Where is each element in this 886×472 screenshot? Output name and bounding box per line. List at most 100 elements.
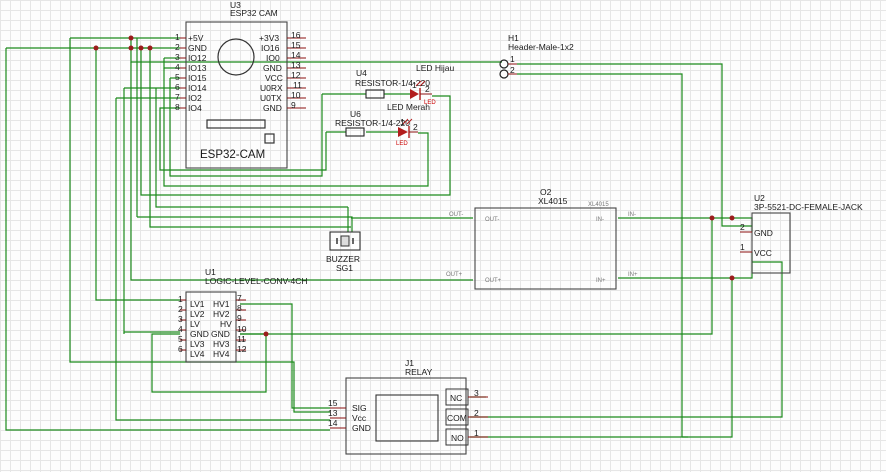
header-name: Header-Male-1x2 <box>508 42 574 52</box>
relay-coil-icon <box>375 394 439 442</box>
llc-pin-name: GND <box>211 329 230 339</box>
esp32-pin-num: 9 <box>291 100 296 110</box>
logic-level-converter[interactable]: U1 LOGIC-LEVEL-CONV-4CH 1 LV1 2 LV2 3 LV… <box>178 267 308 363</box>
relay-pin-num: 14 <box>328 418 338 428</box>
relay-pin-name: NO <box>451 433 464 443</box>
jack-body <box>751 212 791 274</box>
dc-jack[interactable]: U2 3P-5521-DC-FEMALE-JACK 2 GND 1 VCC <box>740 193 863 274</box>
relay-pin-name: Vcc <box>352 413 367 423</box>
net-label-out-minus: OUT- <box>449 212 463 218</box>
jack-pin-num: 1 <box>740 242 745 252</box>
esp32-pin-name: IO15 <box>188 73 207 83</box>
camera-lens-icon <box>217 38 255 76</box>
llc-pin-name: LV <box>190 319 200 329</box>
relay-module[interactable]: J1 RELAY 15 SIG 13 Vcc 14 GND NC 3 COM 2… <box>328 358 488 455</box>
led-green[interactable]: LED Hijau 1 2 LED <box>410 63 455 106</box>
relay-pin-name: GND <box>352 423 371 433</box>
esp32-pin-num: 16 <box>291 30 301 40</box>
xl4015-pin-in-plus: IN+ <box>596 278 606 284</box>
llc-pin-name: HV4 <box>213 349 230 359</box>
chip-icon <box>264 133 275 144</box>
esp32-pin-name: U0TX <box>260 93 282 103</box>
llc-name: LOGIC-LEVEL-CONV-4CH <box>205 276 308 286</box>
jack-pin-num: 2 <box>740 222 745 232</box>
buzzer-icon <box>340 235 350 247</box>
led-red-name: LED Merah <box>387 102 430 112</box>
esp32-pin-num: 14 <box>291 50 301 60</box>
esp32-pin-num: 6 <box>175 82 180 92</box>
esp32-pin-num: 2 <box>175 42 180 52</box>
llc-pin-num: 8 <box>237 303 242 313</box>
llc-pin-name: LV4 <box>190 349 205 359</box>
led-red-pin: 1 <box>400 117 405 127</box>
esp32-pin-name: U0RX <box>260 83 283 93</box>
llc-pin-num: 3 <box>178 314 183 324</box>
llc-pin-name: HV <box>220 319 232 329</box>
esp32-pin-num: 3 <box>175 52 180 62</box>
esp32-pin-num: 1 <box>175 32 180 42</box>
esp32-pin-name: VCC <box>265 73 283 83</box>
llc-pin-name: LV3 <box>190 339 205 349</box>
led-green-name: LED Hijau <box>416 63 455 73</box>
esp32-cam-module[interactable]: U3 ESP32 CAM ESP32-CAM 1 +5V 2 GND 3 IO1… <box>175 0 306 169</box>
relay-pin-num: 1 <box>474 428 479 438</box>
relay-pin-num: 15 <box>328 398 338 408</box>
net-label-in-plus: IN+ <box>628 272 638 278</box>
llc-pin-num: 11 <box>237 334 246 344</box>
buzzer-ref: SG1 <box>336 263 353 273</box>
esp32-pin-name: GND <box>188 43 207 53</box>
esp32-pin-num: 11 <box>293 80 302 90</box>
esp32-pin-num: 15 <box>291 40 301 50</box>
schematic-canvas: U3 ESP32 CAM ESP32-CAM 1 +5V 2 GND 3 IO1… <box>5 0 863 455</box>
llc-pin-num: 6 <box>178 344 183 354</box>
llc-pin-num: 1 <box>178 294 183 304</box>
esp32-pin-name: IO13 <box>188 63 207 73</box>
esp32-name: ESP32 CAM <box>230 8 278 18</box>
jack-pin-name: VCC <box>754 248 772 258</box>
llc-pin-num: 5 <box>178 334 183 344</box>
xl4015-pin-in-minus: IN- <box>596 217 604 223</box>
esp32-pin-num: 5 <box>175 72 180 82</box>
wires <box>5 37 783 438</box>
resistor-icon <box>365 89 385 99</box>
xl4015-pin-out-minus: OUT- <box>485 217 499 223</box>
xl4015-tag: XL4015 <box>588 202 609 208</box>
relay-pin-num: 13 <box>328 408 338 418</box>
header-pin-num: 2 <box>510 65 515 75</box>
esp32-pin-name: GND <box>263 103 282 113</box>
relay-pin-name: NC <box>450 393 462 403</box>
llc-pin-num: 10 <box>237 324 247 334</box>
resistor-u4-ref: U4 <box>356 68 367 78</box>
esp32-pin-name: +3V3 <box>259 33 279 43</box>
net-label-in-minus: IN- <box>628 212 636 218</box>
xl4015-converter[interactable]: O2 XL4015 XL4015 OUT- OUT+ IN- IN+ OUT- … <box>446 187 638 290</box>
xl4015-name: XL4015 <box>538 196 568 206</box>
relay-pin-name: COM <box>447 413 467 423</box>
header-pin-num: 1 <box>510 54 515 64</box>
resistor-u6-name: RESISTOR-1/4-220 <box>335 118 410 128</box>
led-red-pin: 2 <box>413 122 418 132</box>
net-label-out-plus: OUT+ <box>446 272 463 278</box>
led-red-tag: LED <box>396 141 408 147</box>
buzzer[interactable]: BUZZER SG1 <box>326 231 361 273</box>
header-pin2-icon <box>499 69 509 79</box>
resistor-icon <box>345 127 365 137</box>
esp32-label: ESP32-CAM <box>200 149 265 161</box>
esp32-pin-name: IO14 <box>188 83 207 93</box>
esp32-pin-num: 10 <box>291 90 301 100</box>
header-pin1-icon <box>499 59 509 69</box>
esp32-pin-num: 13 <box>291 60 301 70</box>
esp32-pin-name: IO12 <box>188 53 207 63</box>
esp32-pin-num: 12 <box>291 70 301 80</box>
llc-pin-num: 4 <box>178 324 183 334</box>
header-connector[interactable]: H1 Header-Male-1x2 1 2 <box>499 33 574 79</box>
llc-pin-num: 2 <box>178 304 183 314</box>
llc-pin-num: 12 <box>237 344 247 354</box>
esp32-pin-name: IO16 <box>261 43 280 53</box>
esp32-pin-name: GND <box>263 63 282 73</box>
relay-pin-name: SIG <box>352 403 367 413</box>
relay-name: RELAY <box>405 367 433 377</box>
esp32-pin-name: IO2 <box>188 93 202 103</box>
llc-pin-name: HV2 <box>213 309 230 319</box>
sd-slot-icon <box>206 119 266 129</box>
